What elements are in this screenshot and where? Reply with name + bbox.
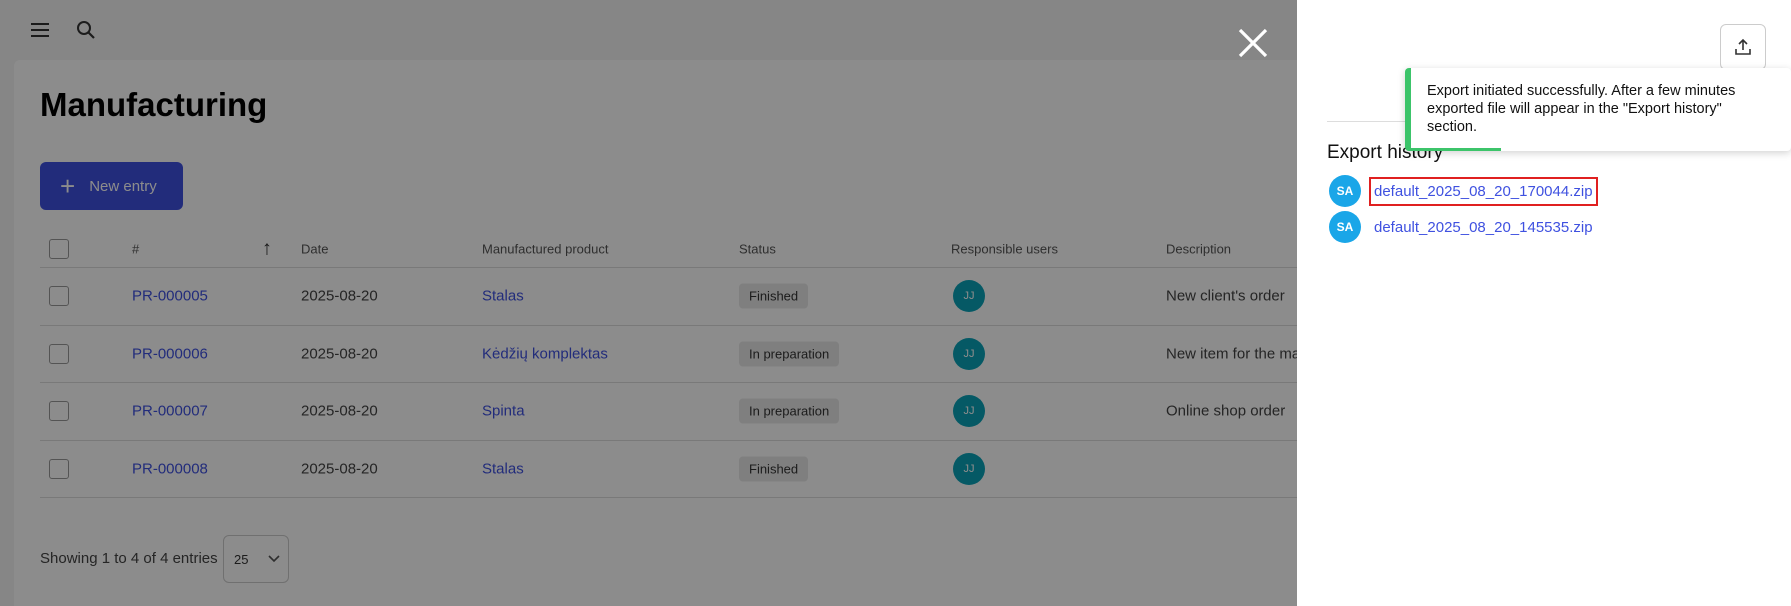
upload-icon [1735,38,1751,55]
success-toast[interactable]: Export initiated successfully. After a f… [1405,68,1791,151]
toast-message: Export initiated successfully. After a f… [1427,83,1736,135]
toast-progress-bar [1411,148,1501,151]
export-history-item: SA default_2025_08_20_170044.zip [1329,175,1598,207]
export-history-item: SA default_2025_08_20_145535.zip [1329,211,1596,243]
export-file-link[interactable]: default_2025_08_20_170044.zip [1369,176,1598,206]
user-avatar: SA [1329,211,1361,243]
export-file-link[interactable]: default_2025_08_20_145535.zip [1371,215,1596,240]
user-avatar: SA [1329,175,1361,207]
export-button[interactable] [1720,24,1766,70]
modal-overlay[interactable] [0,0,1297,606]
close-icon[interactable] [1236,26,1270,60]
